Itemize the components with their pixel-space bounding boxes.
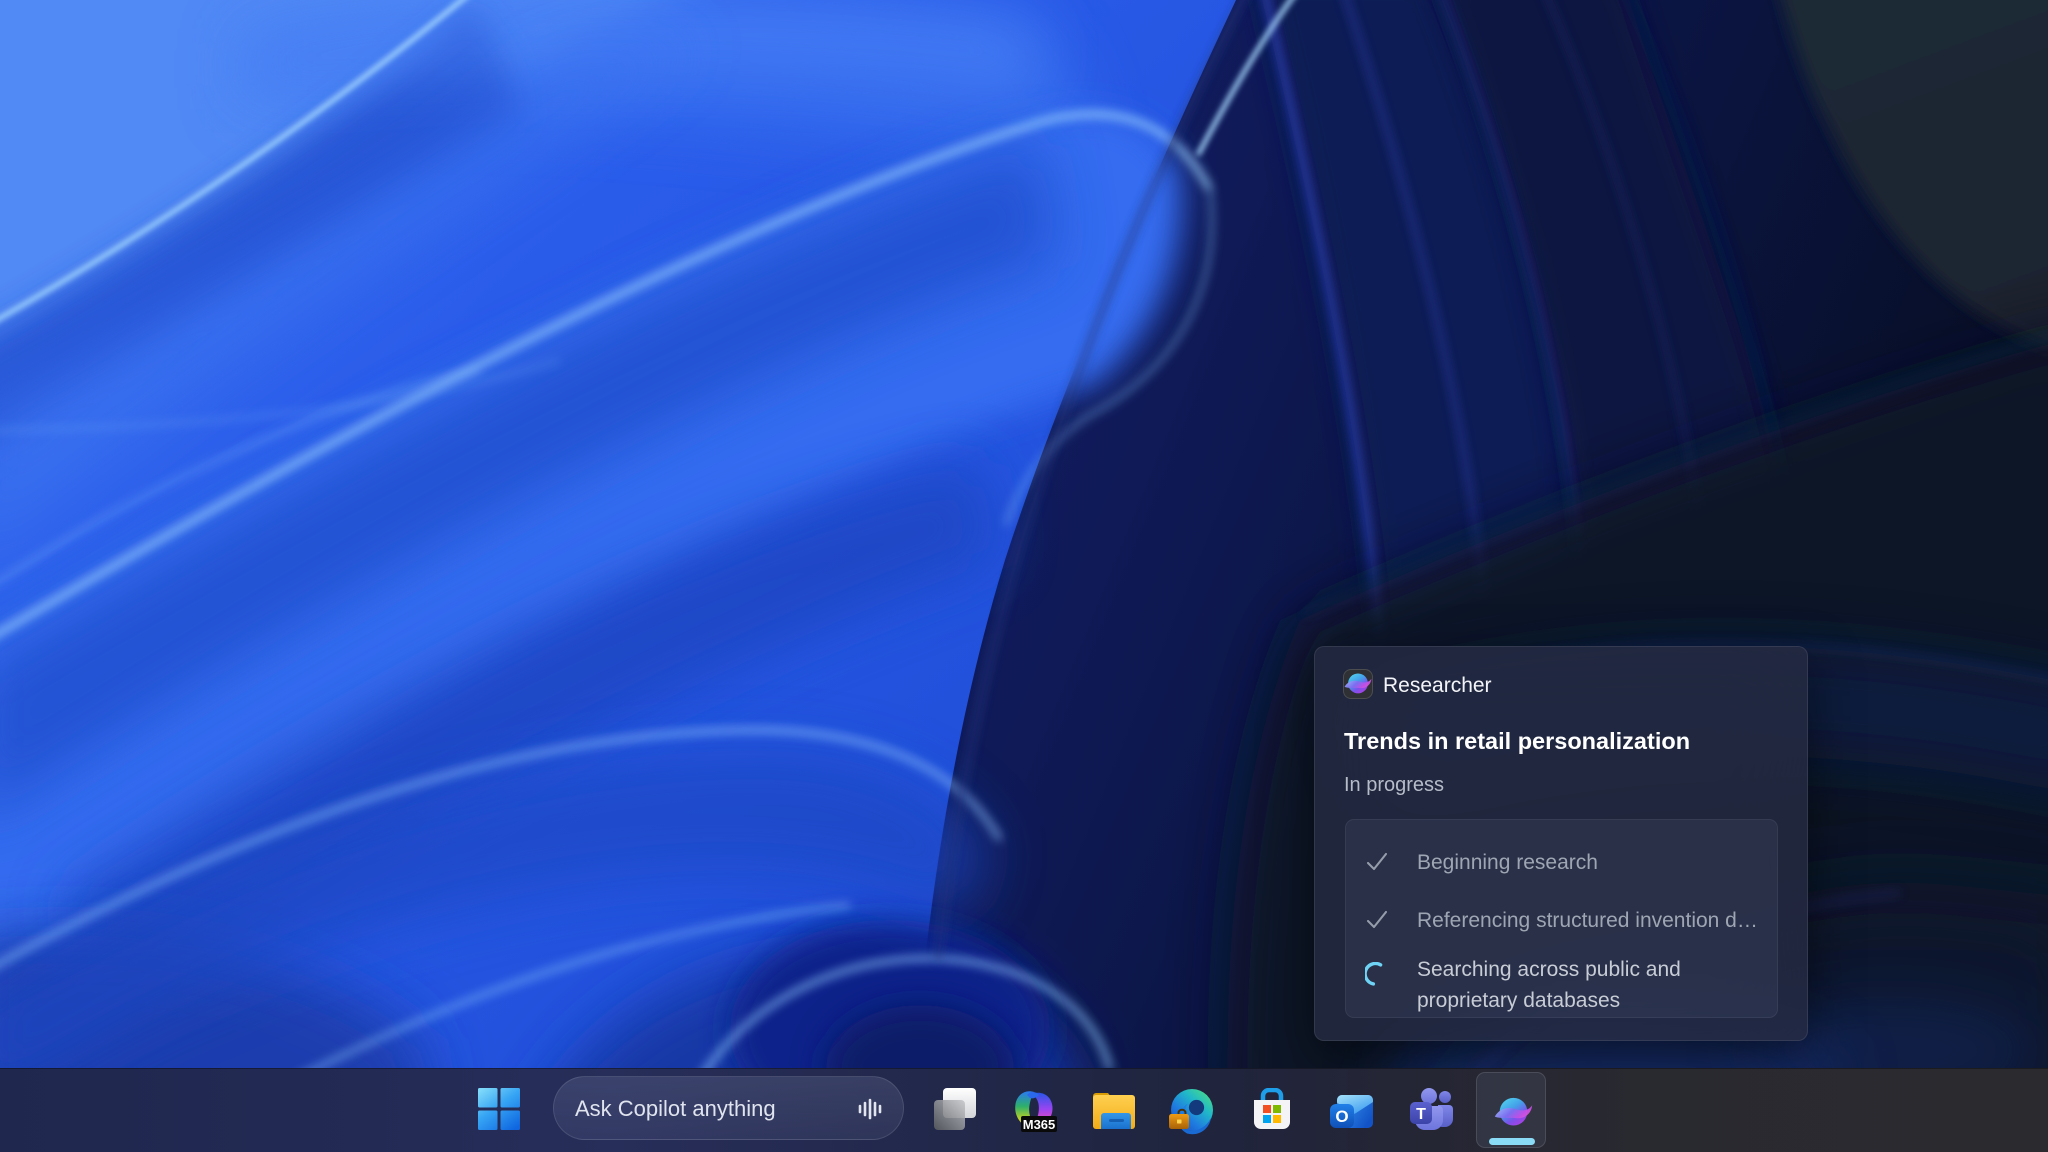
svg-text:T: T	[1416, 1106, 1426, 1123]
svg-text:O: O	[1335, 1107, 1348, 1126]
svg-text:M365: M365	[1023, 1117, 1056, 1132]
